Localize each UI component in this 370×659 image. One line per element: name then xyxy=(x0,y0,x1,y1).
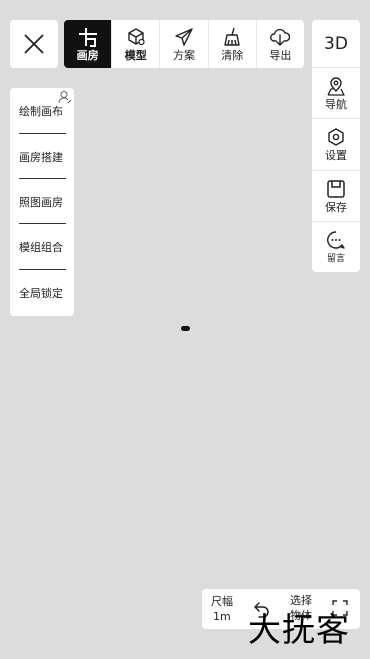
message-button[interactable]: 留言 xyxy=(312,222,360,272)
save-button[interactable]: 保存 xyxy=(312,171,360,222)
tool-model[interactable]: 模型 xyxy=(112,20,161,68)
draw-room-icon xyxy=(78,27,97,47)
cloud-download-icon xyxy=(270,28,291,46)
save-icon xyxy=(327,179,345,198)
menu-global-lock[interactable]: 全局锁定 xyxy=(19,270,65,315)
message-label: 留言 xyxy=(326,253,345,264)
paper-plane-icon xyxy=(175,27,193,46)
tool-draw-room[interactable]: 画房 xyxy=(64,20,113,68)
tool-plan[interactable]: 方案 xyxy=(160,20,209,68)
broom-icon xyxy=(224,27,240,46)
left-menu: 绘制画布 画房搭建 照图画房 模组组合 全局锁定 xyxy=(10,88,74,316)
canvas-cursor-marker xyxy=(181,326,190,331)
tool-draw-room-label: 画房 xyxy=(76,48,99,62)
save-label: 保存 xyxy=(325,200,347,214)
menu-draw-canvas[interactable]: 绘制画布 xyxy=(19,88,65,133)
tool-clear-label: 清除 xyxy=(221,48,244,62)
settings-button[interactable]: 设置 xyxy=(312,119,360,171)
watermark: 大抚客 xyxy=(248,610,350,649)
menu-trace-image[interactable]: 照图画房 xyxy=(19,179,65,224)
tool-model-label: 模型 xyxy=(124,48,147,62)
navigate-button[interactable]: 导航 xyxy=(312,68,360,120)
tool-plan-label: 方案 xyxy=(173,48,195,62)
menu-build-room[interactable]: 画房搭建 xyxy=(19,134,65,179)
message-icon xyxy=(327,231,345,249)
top-toolbar: 画房 模型 方案 清除 导出 xyxy=(64,20,304,68)
cube-icon xyxy=(128,27,145,45)
close-icon xyxy=(24,34,44,54)
hexagon-settings-icon xyxy=(328,128,344,147)
close-button[interactable] xyxy=(10,20,58,68)
tool-export-label: 导出 xyxy=(269,48,292,62)
navigate-label: 导航 xyxy=(325,98,347,112)
view-3d-toggle[interactable]: 3D xyxy=(312,20,360,68)
settings-label: 设置 xyxy=(325,149,347,163)
tool-export[interactable]: 导出 xyxy=(257,20,304,68)
tool-clear[interactable]: 清除 xyxy=(209,20,257,68)
right-panel: 3D 导航 设置 保存 留言 xyxy=(312,20,360,272)
location-pin-icon xyxy=(327,77,345,96)
scale-label: 尺幅 xyxy=(211,595,233,608)
scale-value[interactable]: 1m xyxy=(213,610,231,623)
menu-module-combine[interactable]: 模组组合 xyxy=(19,224,65,269)
